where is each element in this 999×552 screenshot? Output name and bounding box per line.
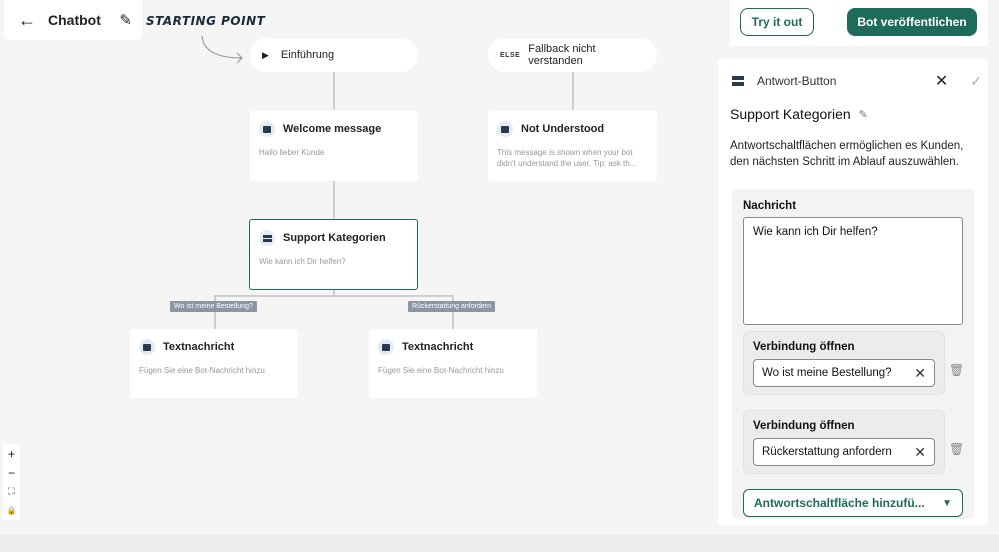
check-icon[interactable]: ✓ [970, 73, 982, 90]
connection-value: Wo ist meine Bestellung? [762, 367, 892, 379]
text-message-node[interactable]: Textnachricht Fügen Sie eine Bot-Nachric… [130, 329, 298, 398]
buttons-icon [732, 76, 744, 86]
else-badge: ELSE [500, 51, 521, 59]
panel-description: Antwortschaltflächen ermöglichen es Kund… [730, 140, 964, 168]
chat-bubble-icon [259, 121, 275, 137]
node-description: Wie kann ich Dir helfen? [259, 257, 346, 266]
node-description: Fügen Sie eine Bot-Nachricht hinzu [378, 366, 504, 375]
panel-title-text: Support Kategorien [730, 106, 851, 122]
zoom-in-icon[interactable]: + [3, 444, 20, 463]
back-arrow-icon[interactable]: ← [18, 10, 40, 31]
connector-line [333, 72, 335, 110]
chatbot-title: Chatbot [48, 12, 101, 28]
fallback-node-label: Fallback nicht verstanden [528, 43, 596, 67]
clear-icon[interactable]: ✕ [914, 444, 926, 461]
try-it-out-button[interactable]: Try it out [740, 8, 814, 36]
buttons-icon [259, 230, 275, 246]
chat-bubble-icon [378, 339, 394, 355]
panel-type-label: Antwort-Button [757, 74, 837, 88]
fallback-node[interactable]: ELSE Fallback nicht verstanden [488, 38, 657, 72]
branch-tag: Wo ist meine Bestellung? [170, 301, 257, 312]
trash-icon[interactable]: 🗑 [949, 363, 964, 377]
bottom-strip [0, 535, 999, 552]
connection-label: Verbindung öffnen [753, 420, 855, 432]
zoom-out-icon[interactable]: − [3, 463, 20, 482]
support-categories-node[interactable]: Support Kategorien Wie kann ich Dir helf… [249, 219, 418, 290]
chatbot-header: ← Chatbot ✎ [4, 0, 142, 40]
zoom-controls: + − ⛶ 🔒 [3, 444, 20, 520]
panel-header: Antwort-Button ✕ ✓ [732, 72, 982, 90]
branch-tag: Rückerstattung anfordern [408, 301, 495, 312]
connector-line [214, 295, 454, 297]
edit-title-icon[interactable]: ✎ [119, 11, 132, 29]
play-icon: ▶ [262, 49, 269, 60]
flow-canvas[interactable]: ← Chatbot ✎ STARTING POINT ▶ Einführung … [0, 0, 720, 535]
add-reply-button[interactable]: Antwortschaltfläche hinzufü... ▼ [743, 489, 963, 517]
connection-value: Rückerstattung anfordern [762, 446, 892, 458]
connection-label: Verbindung öffnen [753, 341, 855, 353]
chat-bubble-icon [139, 339, 155, 355]
start-node-label: Einführung [280, 49, 335, 61]
node-description: Hallo lieber Kunde [259, 148, 325, 157]
close-icon[interactable]: ✕ [935, 71, 948, 91]
node-title: Textnachricht [402, 341, 474, 353]
add-reply-label: Antwortschaltfläche hinzufü... [754, 496, 925, 510]
start-arrow [201, 35, 243, 64]
panel-title: Support Kategorien ✎ [730, 106, 868, 122]
edit-pencil-icon[interactable]: ✎ [859, 108, 868, 121]
chevron-down-icon: ▼ [942, 497, 952, 509]
lock-icon[interactable]: 🔒 [3, 501, 20, 520]
chat-bubble-icon [497, 121, 513, 137]
connector-line [572, 72, 574, 110]
node-title: Not Understood [521, 123, 605, 135]
welcome-message-node[interactable]: Welcome message Hallo lieber Kunde [250, 111, 418, 181]
connection-input[interactable]: Rückerstattung anfordern ✕ [753, 438, 935, 466]
connector-line [333, 181, 335, 219]
node-title: Welcome message [283, 123, 382, 135]
node-description: Fügen Sie eine Bot-Nachricht hinzu [139, 366, 265, 375]
node-editor-panel: Antwort-Button ✕ ✓ Support Kategorien ✎ … [718, 59, 988, 525]
starting-point-label: STARTING POINT [146, 14, 266, 28]
message-textarea[interactable]: Wie kann ich Dir helfen? [743, 217, 963, 325]
publish-bot-button[interactable]: Bot veröffentlichen [847, 8, 977, 36]
node-title: Support Kategorien [283, 232, 386, 244]
message-label: Nachricht [743, 200, 797, 212]
not-understood-node[interactable]: Not Understood This message is shown whe… [488, 111, 657, 181]
start-node[interactable]: ▶ Einführung [250, 38, 418, 72]
fit-view-icon[interactable]: ⛶ [3, 482, 20, 501]
node-description: This message is shown when your bot didn… [497, 148, 637, 168]
connection-input[interactable]: Wo ist meine Bestellung? ✕ [753, 359, 935, 387]
clear-icon[interactable]: ✕ [914, 365, 926, 382]
text-message-node[interactable]: Textnachricht Fügen Sie eine Bot-Nachric… [369, 329, 537, 398]
trash-icon[interactable]: 🗑 [949, 442, 964, 456]
node-title: Textnachricht [163, 341, 235, 353]
